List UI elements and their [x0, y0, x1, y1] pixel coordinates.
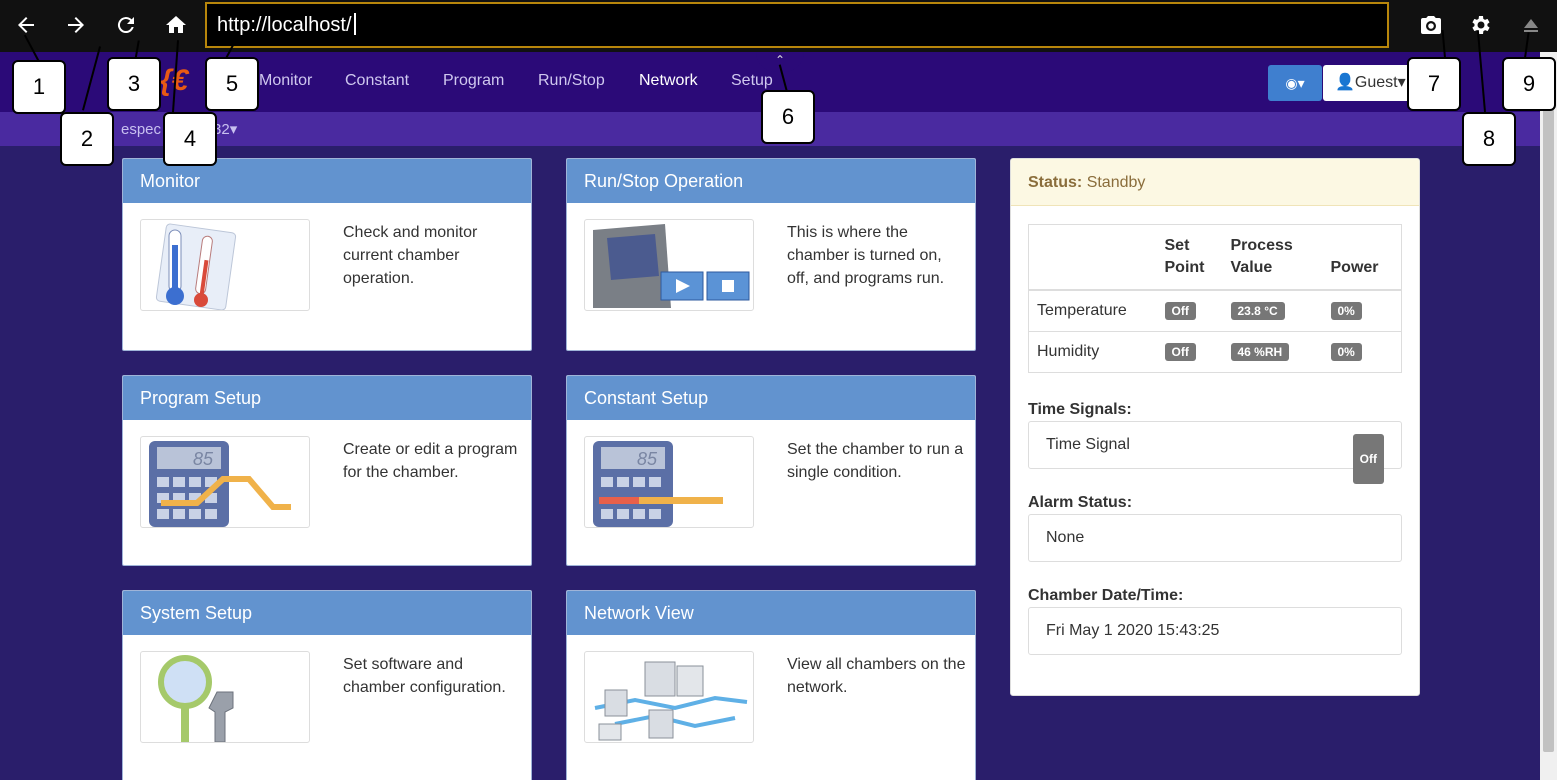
nav-setup[interactable]: Setup	[731, 72, 773, 90]
time-signal-badge: Off	[1352, 434, 1384, 484]
language-button[interactable]: ◉ ▾	[1268, 65, 1322, 101]
status-panel: Status: Standby Set Point Process Value …	[1010, 158, 1420, 696]
eject-icon[interactable]	[1514, 8, 1548, 42]
table-header-process-value: Process Value	[1222, 224, 1323, 291]
callout-5: 5	[205, 57, 259, 111]
user-name: Guest	[1354, 74, 1398, 91]
card-description: Set the chamber to run a single conditio…	[787, 441, 964, 481]
brand-logo[interactable]: {€	[160, 62, 208, 100]
callout-9: 9	[1502, 57, 1556, 111]
process-value-badge: 46 %RH	[1230, 342, 1290, 361]
magnifier-wrench-icon	[140, 651, 310, 743]
table-row: Humidity Off 46 %RH 0%	[1028, 330, 1402, 372]
nav-run-stop[interactable]: Run/Stop	[538, 72, 605, 90]
control-panel-icon	[584, 219, 754, 311]
chamber-name-left: espec	[121, 121, 162, 138]
card-description: View all chambers on the network.	[787, 656, 966, 696]
status-label: Status:	[1028, 174, 1083, 191]
callout-7: 7	[1407, 57, 1461, 111]
callout-2: 2	[60, 112, 114, 166]
url-input[interactable]: http://localhost/	[205, 2, 1389, 48]
card-system-setup[interactable]: System Setup Set software and chamber co…	[122, 590, 532, 780]
chamber-datetime-value: Fri May 1 2020 15:43:25	[1028, 607, 1402, 655]
status-value: Standby	[1086, 174, 1146, 191]
caret-down-icon: ▾	[1397, 74, 1406, 91]
nav-program[interactable]: Program	[443, 72, 504, 90]
card-title: System Setup	[123, 591, 531, 635]
power-badge: 0%	[1330, 301, 1362, 320]
card-description: Create or edit a program for the chamber…	[343, 441, 518, 481]
page-scrollbar[interactable]	[1540, 52, 1557, 780]
gear-icon[interactable]	[1464, 8, 1498, 42]
callout-4: 4	[163, 112, 217, 166]
card-title: Run/Stop Operation	[567, 159, 975, 203]
nav-constant[interactable]: Constant	[345, 72, 409, 90]
scrollbar-thumb[interactable]	[1543, 62, 1554, 752]
svg-text:85: 85	[637, 449, 658, 469]
forward-icon[interactable]	[59, 8, 93, 42]
table-row: Temperature Off 23.8 °C 0%	[1028, 289, 1402, 331]
callout-3: 3	[107, 57, 161, 111]
card-monitor[interactable]: Monitor Check and monitor current chambe…	[122, 158, 532, 351]
time-signal-name: Time Signal	[1046, 436, 1130, 453]
text-caret	[353, 13, 356, 35]
table-header-empty	[1028, 224, 1157, 291]
card-title: Program Setup	[123, 376, 531, 420]
row-label: Humidity	[1028, 330, 1157, 372]
card-run-stop[interactable]: Run/Stop Operation This is where the cha…	[566, 158, 976, 351]
row-label: Temperature	[1028, 289, 1157, 331]
caret-down-icon: ▾	[1297, 74, 1305, 91]
card-constant-setup[interactable]: Constant Setup 85 Set the chamber to run…	[566, 375, 976, 566]
set-point-badge: Off	[1164, 342, 1196, 361]
url-text: http://localhost/	[217, 14, 352, 36]
card-program-setup[interactable]: Program Setup 85 Create or edit a progra…	[122, 375, 532, 566]
card-title: Network View	[567, 591, 975, 635]
table-header-set-point: Set Point	[1156, 224, 1223, 291]
home-icon[interactable]	[159, 8, 193, 42]
table-header-power: Power	[1322, 224, 1402, 291]
callout-8: 8	[1462, 112, 1516, 166]
calculator-program-icon: 85	[140, 436, 310, 528]
user-icon: 👤	[1335, 74, 1355, 91]
card-title: Constant Setup	[567, 376, 975, 420]
process-value-badge: 23.8 °C	[1230, 301, 1285, 320]
thermometer-icon	[140, 219, 310, 311]
alarm-status-label: Alarm Status:	[1028, 494, 1133, 511]
time-signal-item: Time Signal Off	[1028, 421, 1402, 484]
card-description: Check and monitor current chamber operat…	[343, 224, 478, 287]
nav-monitor[interactable]: Monitor	[259, 72, 312, 90]
chamber-datetime-label: Chamber Date/Time:	[1028, 587, 1184, 604]
status-header: Status: Standby	[1011, 159, 1419, 206]
set-point-badge: Off	[1164, 301, 1196, 320]
power-badge: 0%	[1330, 342, 1362, 361]
callout-1: 1	[12, 60, 66, 114]
user-menu-button[interactable]: 👤Guest▾	[1323, 65, 1411, 101]
caret-down-icon: ▾	[229, 121, 238, 138]
callout-6: 6	[761, 90, 815, 144]
network-chambers-icon	[584, 651, 754, 743]
card-network-view[interactable]: Network View View all chambers on the ne…	[566, 590, 976, 780]
globe-icon: ◉	[1285, 74, 1298, 91]
loop-status-table: Set Point Process Value Power Temperatur…	[1028, 224, 1402, 373]
reload-icon[interactable]	[109, 8, 143, 42]
card-description: This is where the chamber is turned on, …	[787, 224, 945, 287]
calculator-constant-icon: 85	[584, 436, 754, 528]
card-description: Set software and chamber configuration.	[343, 656, 506, 696]
nav-network[interactable]: Network	[639, 72, 698, 90]
time-signals-label: Time Signals:	[1028, 401, 1132, 418]
svg-text:85: 85	[193, 449, 214, 469]
alarm-status-value: None	[1028, 514, 1402, 562]
